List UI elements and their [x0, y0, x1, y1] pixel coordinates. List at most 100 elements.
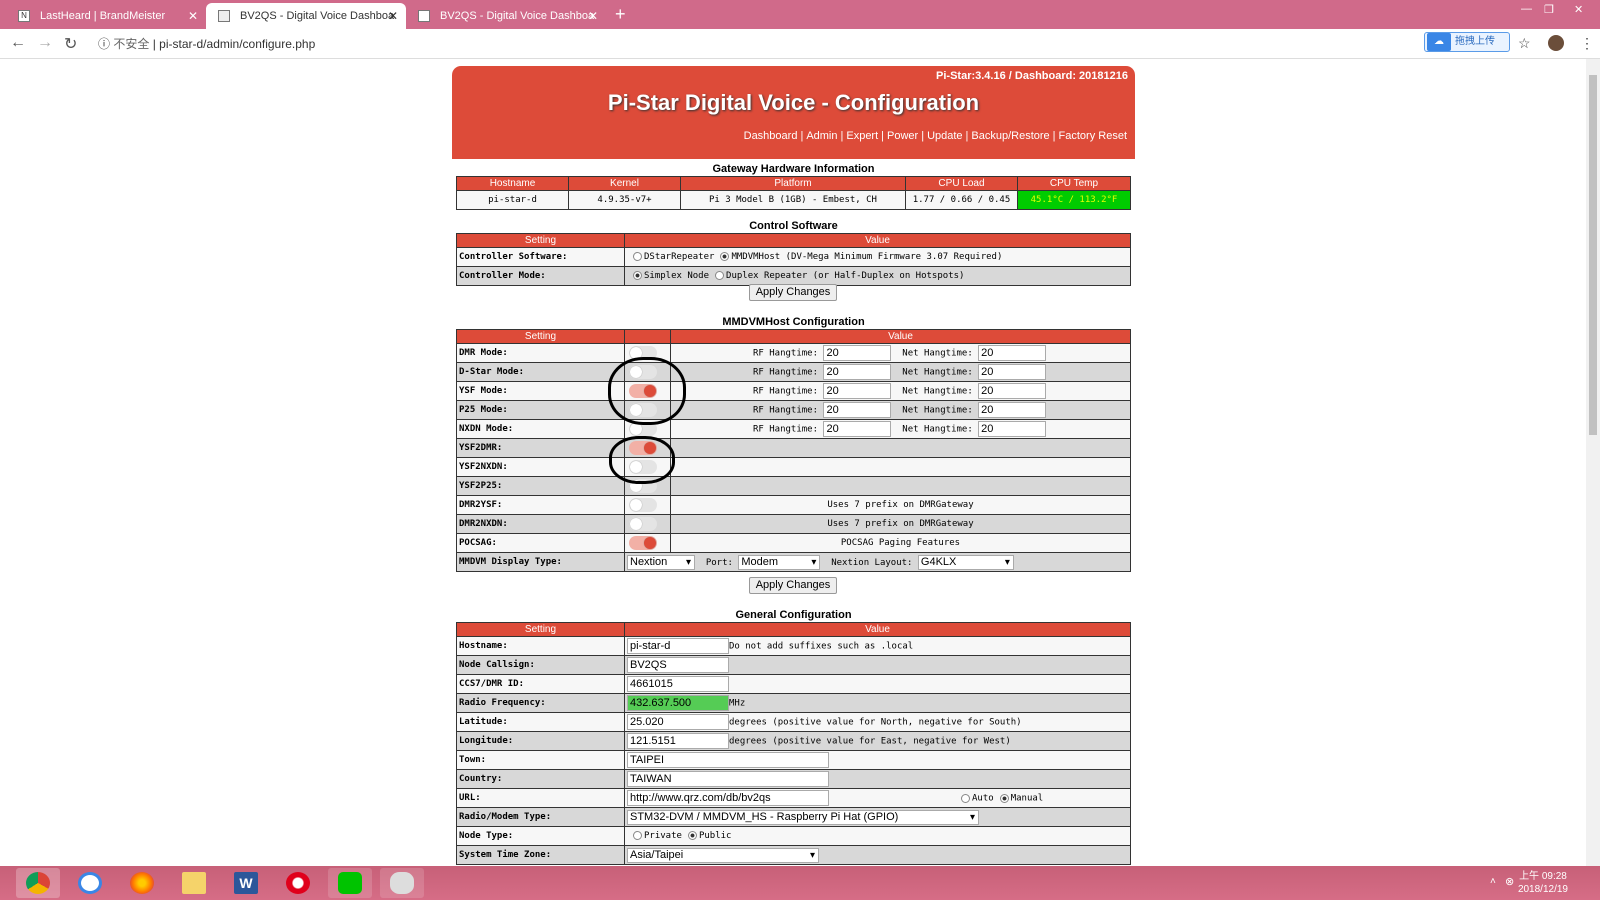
timezone-select[interactable]: Asia/Taipei	[627, 847, 819, 863]
scrollbar[interactable]	[1586, 59, 1600, 866]
radio-url-auto[interactable]	[961, 793, 970, 803]
apply-changes-button[interactable]: Apply Changes	[749, 284, 837, 301]
url-label: URL:	[456, 788, 625, 808]
menu-update[interactable]: Update	[927, 130, 962, 142]
radio-mmdvmhost[interactable]	[720, 252, 730, 261]
tray-arrow-icon[interactable]: ˄	[1490, 876, 1496, 887]
latitude-input[interactable]: 25.020	[627, 714, 729, 730]
col-value: Value	[670, 329, 1131, 344]
address-bar: ← → ↻ ⓘ 不安全 | pi-star-d/admin/configure.…	[0, 29, 1600, 59]
tab-dashboard[interactable]: BV2QS - Digital Voice Dashboa ✕	[406, 3, 606, 29]
folder-icon	[182, 872, 206, 894]
taskbar-clock[interactable]: 上午 09:28 2018/12/19	[1518, 870, 1568, 896]
rf-hangtime-label: RF Hangtime:	[753, 386, 819, 397]
frequency-input[interactable]: 432.637.500	[627, 695, 729, 711]
radio-label: Public	[698, 831, 732, 841]
info-icon[interactable]: ⓘ	[98, 37, 110, 51]
menu-factory-reset[interactable]: Factory Reset	[1059, 130, 1127, 142]
net-hangtime-label: Net Hangtime:	[902, 348, 973, 359]
dmr-rf-hangtime-input[interactable]: 20	[823, 345, 892, 361]
back-icon[interactable]: ←	[10, 34, 26, 52]
taskbar-opera[interactable]	[276, 868, 320, 898]
menu-power[interactable]: Power	[887, 130, 918, 142]
net-hangtime-label: Net Hangtime:	[902, 386, 973, 397]
p25-net-hangtime-input[interactable]: 20	[978, 402, 1047, 418]
taskbar-chrome[interactable]	[16, 868, 60, 898]
longitude-input[interactable]: 121.5151	[627, 733, 729, 749]
menu-dashboard[interactable]: Dashboard	[744, 130, 798, 142]
close-icon[interactable]: ✕	[188, 3, 198, 29]
close-icon[interactable]: ✕	[588, 3, 598, 29]
ysf2nxdn-note	[670, 457, 1131, 477]
taskbar: W ˄ ⊗ 上午 09:28 2018/12/19	[0, 866, 1600, 900]
nxdn-net-hangtime-input[interactable]: 20	[978, 421, 1047, 437]
menu-backup-restore[interactable]: Backup/Restore	[971, 130, 1049, 142]
nxdn-rf-hangtime-input[interactable]: 20	[823, 421, 892, 437]
avatar[interactable]	[1548, 35, 1564, 51]
dmr-id-input[interactable]: 4661015	[627, 676, 729, 692]
dstar-rf-hangtime-input[interactable]: 20	[823, 364, 892, 380]
radio-duplex[interactable]	[715, 271, 725, 280]
radio-private[interactable]	[633, 831, 642, 840]
hw-cpu-temp: 45.1°C / 113.2°F	[1017, 190, 1131, 210]
taskbar-paint[interactable]	[380, 868, 424, 898]
hostname-label: Hostname:	[456, 636, 625, 656]
menu-expert[interactable]: Expert	[846, 130, 878, 142]
taskbar-explorer[interactable]	[172, 868, 216, 898]
restore-icon[interactable]: ❐	[1544, 3, 1554, 16]
dmr2ysf-toggle[interactable]	[629, 498, 657, 512]
radio-dstarrepeater[interactable]	[633, 252, 642, 261]
pocsag-toggle[interactable]	[629, 536, 657, 550]
port-label: Port:	[705, 557, 733, 568]
apply-changes-button[interactable]: Apply Changes	[749, 577, 837, 594]
general-section-title: General Configuration	[735, 609, 852, 621]
dmr2ysf-label: DMR2YSF:	[456, 495, 625, 515]
ysf-rf-hangtime-input[interactable]: 20	[823, 383, 892, 399]
menu-admin[interactable]: Admin	[806, 130, 837, 142]
tab-lastheard[interactable]: N LastHeard | BrandMeister ✕	[6, 3, 206, 29]
callsign-input[interactable]: BV2QS	[627, 657, 729, 673]
url-field[interactable]: ⓘ 不安全 | pi-star-d/admin/configure.php	[98, 35, 315, 52]
bookmark-star-icon[interactable]: ☆	[1518, 35, 1531, 52]
scrollbar-thumb[interactable]	[1589, 75, 1597, 435]
display-type-select[interactable]: Nextion	[627, 554, 695, 570]
paint-icon	[390, 872, 414, 894]
reload-icon[interactable]: ↻	[64, 34, 77, 54]
upload-button[interactable]: ☁ 拖拽上传	[1424, 32, 1510, 52]
new-tab-button[interactable]: +	[615, 3, 626, 25]
mmdvm-section-title: MMDVMHost Configuration	[722, 316, 865, 328]
hostname-input[interactable]: pi-star-d	[627, 638, 729, 654]
town-input[interactable]: TAIPEI	[627, 752, 829, 768]
tab-dashboard-active[interactable]: BV2QS - Digital Voice Dashboa ✕	[206, 3, 406, 29]
close-window-icon[interactable]: ✕	[1574, 3, 1583, 16]
close-icon[interactable]: ✕	[388, 3, 398, 29]
taskbar-firefox[interactable]	[120, 868, 164, 898]
dmr2ysf-note: Uses 7 prefix on DMRGateway	[670, 495, 1131, 515]
taskbar-line[interactable]	[328, 868, 372, 898]
nextion-layout-select[interactable]: G4KLX	[917, 554, 1014, 570]
mmdvm-table: Setting Value DMR Mode: RF Hangtime: 20 Ne…	[456, 329, 1131, 572]
display-type-label: MMDVM Display Type:	[456, 552, 625, 572]
radio-simplex[interactable]	[633, 271, 642, 280]
modem-type-select[interactable]: STM32-DVM / MMDVM_HS - Raspberry Pi Hat …	[627, 809, 979, 825]
taskbar-word[interactable]: W	[224, 868, 268, 898]
forward-icon[interactable]: →	[37, 34, 53, 52]
dmr2nxdn-toggle[interactable]	[629, 517, 657, 531]
dstar-net-hangtime-input[interactable]: 20	[978, 364, 1047, 380]
minimize-icon[interactable]: —	[1521, 3, 1532, 15]
radio-url-manual[interactable]	[999, 793, 1009, 803]
port-select[interactable]: Modem	[738, 554, 821, 570]
country-input[interactable]: TAIWAN	[627, 771, 829, 787]
firefox-icon	[130, 872, 154, 894]
upload-label: 拖拽上传	[1455, 36, 1495, 47]
taskbar-baidu[interactable]	[68, 868, 112, 898]
general-table: Setting Value Hostname: pi-star-d Do not ad…	[456, 622, 1131, 865]
menu-icon[interactable]: ⋮	[1580, 35, 1594, 52]
rf-hangtime-label: RF Hangtime:	[753, 405, 819, 416]
ysf-net-hangtime-input[interactable]: 20	[978, 383, 1047, 399]
network-off-icon[interactable]: ⊗	[1505, 875, 1514, 888]
dmr-net-hangtime-input[interactable]: 20	[978, 345, 1047, 361]
radio-public[interactable]	[687, 831, 697, 840]
p25-rf-hangtime-input[interactable]: 20	[823, 402, 892, 418]
url-input[interactable]: http://www.qrz.com/db/bv2qs	[627, 790, 829, 806]
